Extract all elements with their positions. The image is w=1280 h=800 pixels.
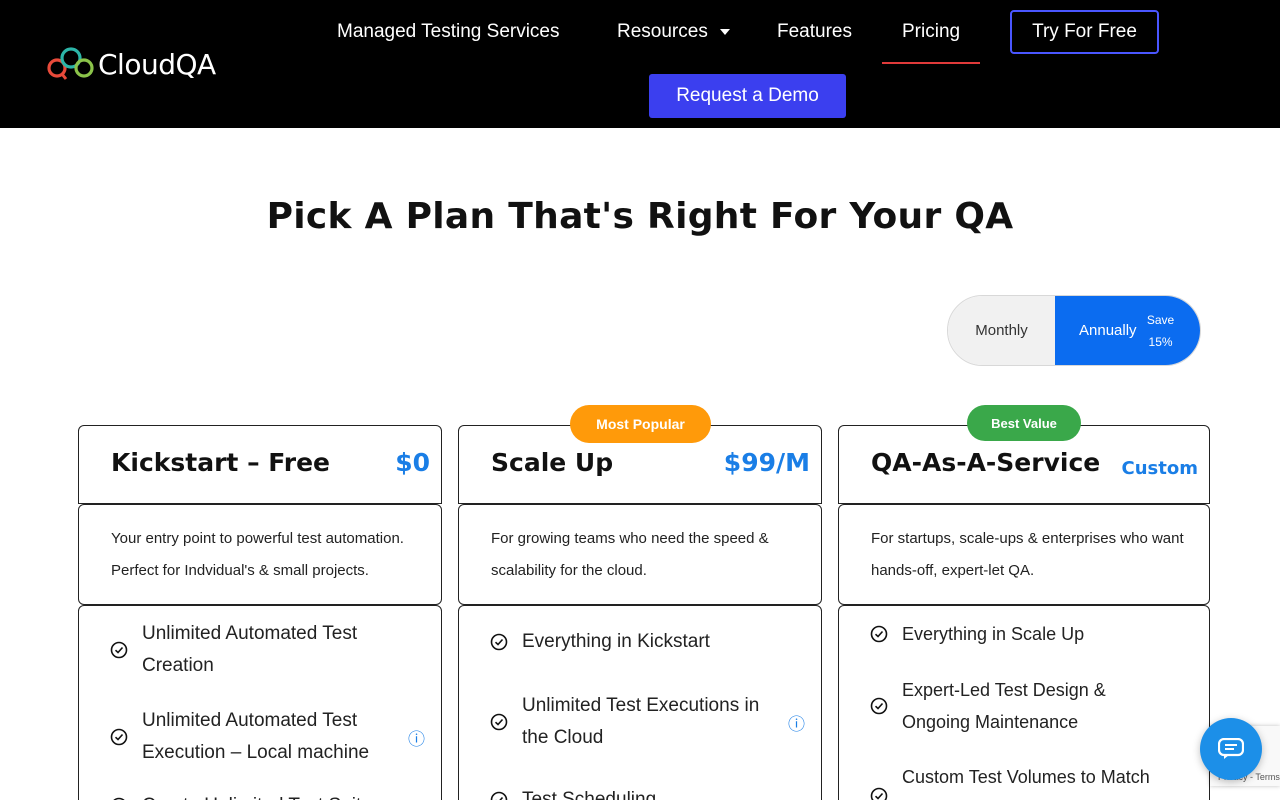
billing-monthly-option[interactable]: Monthly <box>948 296 1055 365</box>
plan-features-scale-up: Everything in Kickstart Unlimited Test E… <box>458 605 822 800</box>
plan-price: Custom <box>1121 458 1198 479</box>
feature-text: Everything in Scale Up <box>902 624 1085 644</box>
plan-description-kickstart: Your entry point to powerful test automa… <box>78 504 442 605</box>
feature-text-line: the Cloud <box>522 727 604 748</box>
request-demo-button[interactable]: Request a Demo <box>649 74 846 118</box>
nav-managed-testing-services[interactable]: Managed Testing Services <box>337 20 560 44</box>
feature-text-line: Creation <box>142 655 214 676</box>
plan-description-line: For startups, scale-ups & enterprises wh… <box>871 530 1184 547</box>
logo-text: CloudQA <box>98 47 216 81</box>
feature-text-line: Unlimited Automated Test <box>142 623 358 644</box>
feature-item: Unlimited Automated Test Creation <box>79 618 441 682</box>
plan-description-line: Perfect for Indvidual's & small projects… <box>111 562 369 579</box>
try-for-free-button[interactable]: Try For Free <box>1010 10 1159 54</box>
feature-text: Test Scheduling <box>522 789 657 800</box>
cloudqa-logo[interactable]: CloudQA <box>46 44 216 84</box>
chat-bubble-icon <box>1218 738 1244 759</box>
plan-card-header-kickstart: Kickstart – Free $0 <box>78 425 442 504</box>
feature-item: Everything in Kickstart <box>459 626 821 658</box>
check-circle-icon <box>870 697 888 715</box>
feature-item: Test Scheduling <box>459 784 821 800</box>
nav-active-underline <box>882 62 980 64</box>
feature-item: Unlimited Test Executions in the Cloud ⓘ <box>459 690 821 754</box>
plan-description-scale-up: For growing teams who need the speed & s… <box>458 504 822 605</box>
feature-item: Unlimited Automated Test Execution – Loc… <box>79 705 441 769</box>
plan-description-line: scalability for the cloud. <box>491 562 647 579</box>
feature-text-line: Execution – Local machine <box>142 742 370 763</box>
feature-text-line: Expert-Led Test Design & <box>902 680 1106 700</box>
cloudqa-logo-mark-icon <box>47 47 94 80</box>
nav-features[interactable]: Features <box>777 20 852 44</box>
feature-text: Create Unlimited Test Suites <box>142 790 381 800</box>
plan-price: $99/M <box>723 448 810 477</box>
check-circle-icon <box>490 791 508 800</box>
page-title: Pick A Plan That's Right For Your QA <box>266 196 1014 237</box>
best-value-badge: Best Value <box>967 405 1081 441</box>
feature-text: Everything in Kickstart <box>522 631 710 652</box>
plan-features-qa-as-a-service: Everything in Scale Up Expert-Led Test D… <box>838 605 1210 800</box>
plan-name: QA-As-A-Service <box>871 448 1101 477</box>
nav-resources-label: Resources <box>617 21 708 42</box>
feature-text: Unlimited Automated Test Execution – Loc… <box>142 705 369 769</box>
check-circle-icon <box>870 625 888 643</box>
feature-text-line: Ongoing Maintenance <box>902 712 1079 732</box>
feature-text: Custom Test Volumes to Match <box>902 767 1150 787</box>
feature-text-line: Unlimited Test Executions in <box>522 695 760 716</box>
plan-name: Kickstart – Free <box>111 448 330 477</box>
feature-item: Create Unlimited Test Suites <box>79 790 441 800</box>
feature-item: Custom Test Volumes to Match <box>839 761 1209 800</box>
info-icon[interactable]: ⓘ <box>788 710 805 735</box>
check-circle-icon <box>490 633 508 651</box>
billing-annually-option[interactable]: Annually Save 15% <box>1055 296 1200 365</box>
check-circle-icon <box>110 641 128 659</box>
check-circle-icon <box>490 713 508 731</box>
feature-item: Expert-Led Test Design & Ongoing Mainten… <box>839 674 1209 738</box>
billing-annually-label: Annually <box>1079 322 1137 339</box>
info-icon[interactable]: ⓘ <box>408 725 425 750</box>
feature-text: Unlimited Automated Test Creation <box>142 618 357 682</box>
check-circle-icon <box>110 728 128 746</box>
check-circle-icon <box>870 787 888 800</box>
save-note: Save 15% <box>1143 309 1179 353</box>
plan-description-qa-as-a-service: For startups, scale-ups & enterprises wh… <box>838 504 1210 605</box>
save-note-line2: 15% <box>1148 334 1173 349</box>
nav-pricing[interactable]: Pricing <box>902 20 960 44</box>
plan-name: Scale Up <box>491 448 614 477</box>
save-note-line1: Save <box>1146 312 1175 327</box>
caret-down-icon <box>719 29 730 35</box>
site-header: CloudQA Managed Testing Services Resourc… <box>0 0 1280 128</box>
chat-widget-button[interactable] <box>1200 718 1262 780</box>
feature-text-line: Unlimited Automated Test <box>142 710 358 731</box>
most-popular-badge: Most Popular <box>570 405 711 443</box>
billing-toggle[interactable]: Monthly Annually Save 15% <box>947 295 1201 366</box>
plan-description-line: For growing teams who need the speed & <box>491 530 769 547</box>
plan-price: $0 <box>395 448 430 477</box>
feature-item: Everything in Scale Up <box>839 618 1209 650</box>
plan-description-line: Your entry point to powerful test automa… <box>111 530 404 547</box>
plan-description-line: hands-off, expert-let QA. <box>871 562 1035 579</box>
feature-text: Expert-Led Test Design & Ongoing Mainten… <box>902 674 1106 738</box>
plan-features-kickstart: Unlimited Automated Test Creation Unlimi… <box>78 605 442 800</box>
nav-resources[interactable]: Resources <box>617 20 730 44</box>
feature-text: Unlimited Test Executions in the Cloud <box>522 690 759 754</box>
